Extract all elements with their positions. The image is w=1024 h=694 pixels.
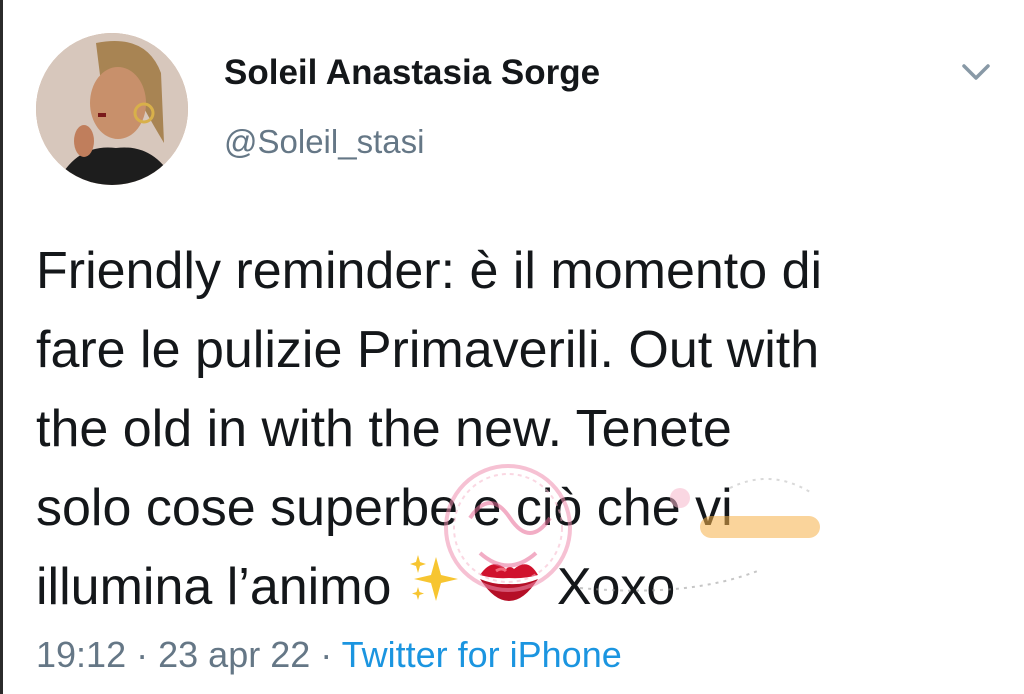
display-name[interactable]: Soleil Anastasia Sorge [224,53,600,93]
tweet-line: solo cose superbe e ciò che vi [36,479,733,537]
tweet-source-link[interactable]: Twitter for iPhone [342,634,622,675]
meta-separator: · [136,634,149,675]
tweet-line-last: illumina l’animo Xoxo [36,548,996,627]
tweet-metadata: 19:12 · 23 apr 22 · Twitter for iPhone [36,634,622,676]
sparkles-icon [406,551,462,630]
screen-edge [0,0,3,694]
tweet-line: fare le pulizie Primaverili. Out with [36,321,820,379]
tweet-time: 19:12 [36,634,127,675]
tweet-line: the old in with the new. Tenete [36,400,732,458]
tweet-text: Friendly reminder: è il momento di fare … [36,232,996,627]
tweet-line: Friendly reminder: è il momento di [36,242,823,300]
avatar[interactable] [36,33,188,185]
tweet-trailing: Xoxo [556,558,676,616]
tweet-date: 23 apr 22 [158,634,311,675]
avatar-image [36,33,188,185]
chevron-down-icon[interactable] [958,58,994,86]
meta-separator: · [320,634,333,675]
kiss-mark-icon [476,551,542,630]
tweet-line: illumina l’animo [36,558,392,616]
username-handle[interactable]: @Soleil_stasi [224,123,424,161]
